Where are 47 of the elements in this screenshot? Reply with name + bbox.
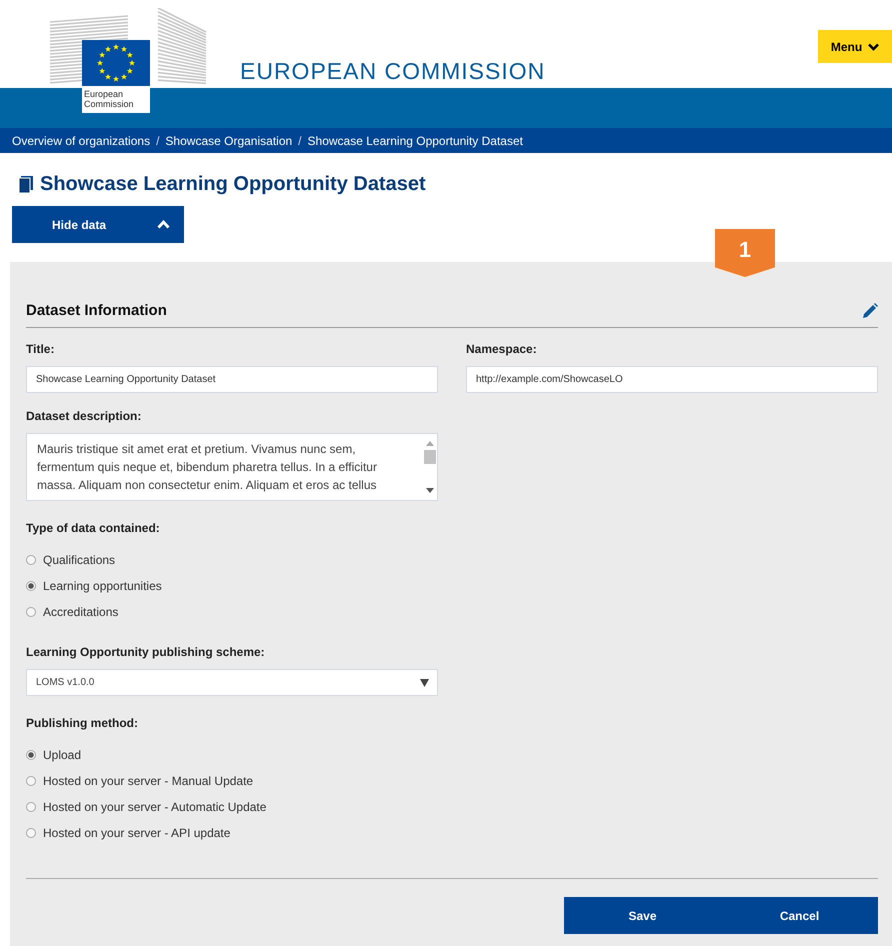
chevron-icon <box>157 220 170 229</box>
radio-option[interactable]: Hosted on your server - API update <box>26 824 878 842</box>
dropdown-arrow-icon <box>420 678 429 686</box>
step-badge: 1 <box>715 229 775 277</box>
description-textarea[interactable]: Mauris tristique sit amet erat et pretium. Vivamus nunc sem, fermentum quis neque et, bibendum pharetra tellus. In a efficitur massa. Aliquam non consectetur enim. Aliquam et eros ac tellus <box>26 433 438 501</box>
scroll-up-icon[interactable] <box>426 440 434 446</box>
page-title: Showcase Learning Opportunity Dataset <box>40 173 426 196</box>
radio-option[interactable]: Hosted on your server - Manual Update <box>26 772 878 790</box>
radio-option[interactable]: Accreditations <box>26 603 878 621</box>
radio-button[interactable] <box>26 555 36 565</box>
field-label: Publishing method: <box>26 716 139 730</box>
menu-button[interactable]: Menu <box>818 30 892 63</box>
section-title: Dataset Information <box>26 302 167 319</box>
pencil-icon[interactable] <box>862 302 878 318</box>
radio-button[interactable] <box>26 581 36 591</box>
book-icon <box>18 176 34 193</box>
breadcrumb-separator: / <box>298 134 302 148</box>
logo-label: European Commission <box>83 88 135 111</box>
field-label: Namespace: <box>466 342 538 356</box>
action-button[interactable]: Cancel <box>721 897 878 934</box>
field-label: Dataset description: <box>26 409 142 423</box>
title-input[interactable]: Showcase Learning Opportunity Dataset <box>26 366 438 393</box>
breadcrumb-link[interactable]: Showcase Learning Opportunity Dataset <box>308 134 523 148</box>
chevron-down-icon <box>868 42 880 50</box>
scroll-down-icon[interactable] <box>426 488 434 494</box>
field-label: Type of data contained: <box>26 521 161 535</box>
action-button[interactable]: Save <box>564 897 721 934</box>
radio-button[interactable] <box>26 828 36 838</box>
hide-data-button[interactable]: Hide data <box>12 206 184 243</box>
namespace-input[interactable]: http://example.com/ShowcaseLO <box>466 366 878 393</box>
radio-option[interactable]: Hosted on your server - Automatic Update <box>26 798 878 816</box>
eu-flag-icon <box>82 40 150 86</box>
radio-option[interactable]: Upload <box>26 746 878 764</box>
field-label: Title: <box>26 342 56 356</box>
field-label: Learning Opportunity publishing scheme: <box>26 645 266 659</box>
radio-button[interactable] <box>26 802 36 812</box>
breadcrumb-link[interactable]: Overview of organizations <box>12 134 150 148</box>
radio-button[interactable] <box>26 776 36 786</box>
radio-option[interactable]: Qualifications <box>26 551 878 569</box>
radio-option[interactable]: Learning opportunities <box>26 577 878 595</box>
site-title: EUROPEAN COMMISSION <box>240 58 546 85</box>
breadcrumb-link[interactable]: Showcase Organisation <box>165 134 292 148</box>
breadcrumb-separator: / <box>156 134 160 148</box>
radio-button[interactable] <box>26 607 36 617</box>
scroll-thumb[interactable] <box>424 450 436 464</box>
scheme-dropdown[interactable]: LOMS v1.0.0 <box>26 669 438 696</box>
radio-button[interactable] <box>26 750 36 760</box>
